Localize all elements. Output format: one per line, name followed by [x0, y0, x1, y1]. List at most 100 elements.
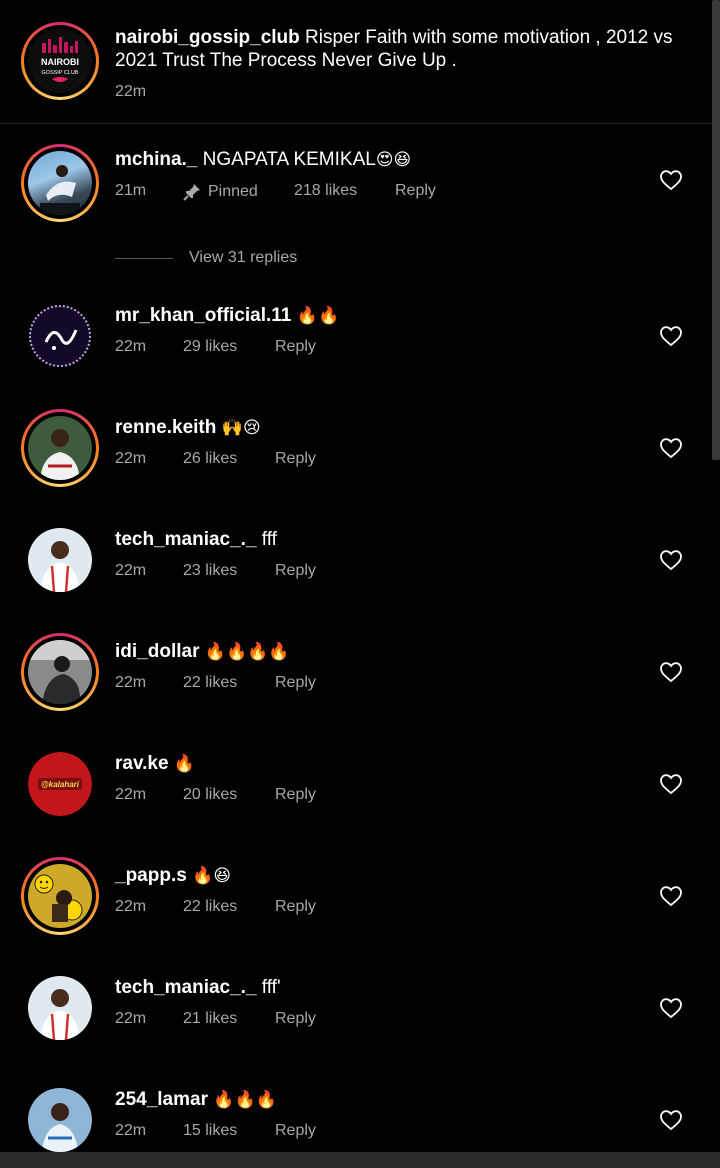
- heart-outline-icon[interactable]: [659, 437, 683, 459]
- reply-button[interactable]: Reply: [275, 786, 316, 804]
- likes-count[interactable]: 21 likes: [183, 1010, 275, 1028]
- nairobi-gossip-club-logo: NAIROBI GOSSIP CLUB: [28, 29, 92, 93]
- comment-time: 22m: [115, 674, 147, 691]
- pinned-indicator: Pinned: [182, 182, 294, 202]
- heart-outline-icon[interactable]: [659, 997, 683, 1019]
- svg-text:GOSSIP CLUB: GOSSIP CLUB: [41, 70, 79, 76]
- person-photo-icon: [28, 976, 92, 1040]
- heart-outline-icon[interactable]: [659, 169, 683, 191]
- comment-time: 22m: [115, 562, 147, 579]
- comment-time: 22m: [115, 786, 147, 803]
- caption-username[interactable]: nairobi_gossip_club: [115, 27, 300, 48]
- comment-username[interactable]: 254_lamar: [115, 1089, 208, 1110]
- likes-count[interactable]: 22 likes: [183, 898, 275, 916]
- comment-username[interactable]: rav.ke: [115, 753, 169, 774]
- view-replies-label[interactable]: View 31 replies: [189, 249, 297, 267]
- comment-emojis: 😍😆: [375, 150, 412, 170]
- avatar[interactable]: [28, 304, 92, 368]
- likes-count[interactable]: 26 likes: [183, 450, 275, 468]
- heart-outline-icon[interactable]: [659, 549, 683, 571]
- scrollbar[interactable]: [712, 0, 720, 460]
- person-photo-icon: [40, 165, 80, 215]
- likes-count[interactable]: 20 likes: [183, 786, 275, 804]
- comment-time: 22m: [115, 1010, 147, 1027]
- comment-time: 22m: [115, 338, 147, 355]
- comment-line: renne.keith 🙌😢: [115, 416, 261, 440]
- comment-text: fff': [256, 977, 281, 998]
- comment-emojis: 🔥🔥: [291, 306, 340, 326]
- likes-count[interactable]: 22 likes: [183, 674, 275, 692]
- comment-username[interactable]: mr_khan_official.11: [115, 305, 291, 326]
- comment-emojis: 🙌😢: [216, 418, 261, 438]
- heart-outline-icon[interactable]: [659, 661, 683, 683]
- avatar[interactable]: [28, 640, 92, 704]
- comment-line: tech_maniac_._ fff: [115, 528, 277, 551]
- avatar[interactable]: [28, 416, 92, 480]
- svg-text:@kalahari: @kalahari: [41, 780, 80, 789]
- comment-username[interactable]: _papp.s: [115, 865, 187, 886]
- avatar[interactable]: [28, 528, 92, 592]
- avatar[interactable]: [28, 976, 92, 1040]
- likes-count[interactable]: 23 likes: [183, 562, 275, 580]
- reply-button[interactable]: Reply: [275, 562, 316, 580]
- avatar[interactable]: @kalahari: [28, 752, 92, 816]
- comment-text: NGAPATA KEMIKAL: [202, 149, 376, 170]
- smiley-collage-icon: [28, 864, 92, 928]
- comment-username[interactable]: idi_dollar: [115, 641, 199, 662]
- comment-emojis: 🔥: [168, 754, 196, 774]
- comment-username[interactable]: tech_maniac_._: [115, 529, 257, 550]
- svg-text:NAIROBI: NAIROBI: [41, 57, 79, 67]
- comment-username[interactable]: renne.keith: [115, 417, 216, 438]
- comment-time: 22m: [115, 450, 147, 467]
- comment-username[interactable]: mchina._: [115, 149, 197, 170]
- post-caption: NAIROBI GOSSIP CLUB nairobi_gossip_club …: [0, 0, 712, 124]
- avatar[interactable]: [28, 1088, 92, 1152]
- avatar[interactable]: NAIROBI GOSSIP CLUB: [28, 29, 92, 93]
- comment-emojis: 🔥😆: [186, 866, 232, 886]
- pinned-label: Pinned: [208, 183, 258, 200]
- caption-text: Risper Faith with some motivation , 2012…: [305, 27, 673, 48]
- comment-time: 21m: [115, 182, 147, 199]
- comment-line: mr_khan_official.11 🔥🔥: [115, 304, 339, 328]
- heart-outline-icon[interactable]: [659, 325, 683, 347]
- caption-time: 22m: [115, 83, 147, 100]
- comment-username[interactable]: tech_maniac_._: [115, 977, 257, 998]
- likes-count[interactable]: 29 likes: [183, 338, 275, 356]
- calligraphy-logo-icon: [29, 305, 91, 367]
- caption-text-line1: nairobi_gossip_club Risper Faith with so…: [115, 26, 673, 49]
- person-photo-icon: [28, 528, 92, 592]
- comment-line: 254_lamar 🔥🔥🔥: [115, 1088, 277, 1112]
- likes-count[interactable]: 218 likes: [294, 182, 395, 202]
- caption-text-line2: 2021 Trust The Process Never Give Up .: [115, 50, 457, 71]
- reply-button[interactable]: Reply: [275, 674, 316, 692]
- person-photo-icon: [28, 640, 92, 704]
- comment-emojis: 🔥🔥🔥🔥: [199, 642, 290, 662]
- kalahari-logo-icon: @kalahari: [28, 752, 92, 816]
- reply-button[interactable]: Reply: [275, 1122, 316, 1140]
- reply-button[interactable]: Reply: [275, 450, 316, 468]
- comment-line: rav.ke 🔥: [115, 752, 195, 776]
- pin-icon: [183, 184, 200, 201]
- reply-button[interactable]: Reply: [395, 182, 436, 202]
- heart-outline-icon[interactable]: [659, 773, 683, 795]
- heart-outline-icon[interactable]: [659, 885, 683, 907]
- person-photo-icon: [28, 1088, 92, 1152]
- comment-time: 22m: [115, 1122, 147, 1139]
- bottom-bar: [0, 1152, 720, 1168]
- avatar[interactable]: [28, 151, 92, 215]
- comment-time: 22m: [115, 898, 147, 915]
- replies-divider: [115, 257, 173, 259]
- comment-line: idi_dollar 🔥🔥🔥🔥: [115, 640, 290, 664]
- reply-button[interactable]: Reply: [275, 898, 316, 916]
- avatar[interactable]: [28, 864, 92, 928]
- reply-button[interactable]: Reply: [275, 338, 316, 356]
- heart-outline-icon[interactable]: [659, 1109, 683, 1131]
- comment-text: fff: [256, 529, 277, 550]
- comment-line: tech_maniac_._ fff': [115, 976, 281, 999]
- reply-button[interactable]: Reply: [275, 1010, 316, 1028]
- comment-line: _papp.s 🔥😆: [115, 864, 231, 888]
- view-replies-button[interactable]: View 31 replies: [115, 249, 297, 267]
- comment-emojis: 🔥🔥🔥: [207, 1090, 277, 1110]
- person-photo-icon: [28, 416, 92, 480]
- likes-count[interactable]: 15 likes: [183, 1122, 275, 1140]
